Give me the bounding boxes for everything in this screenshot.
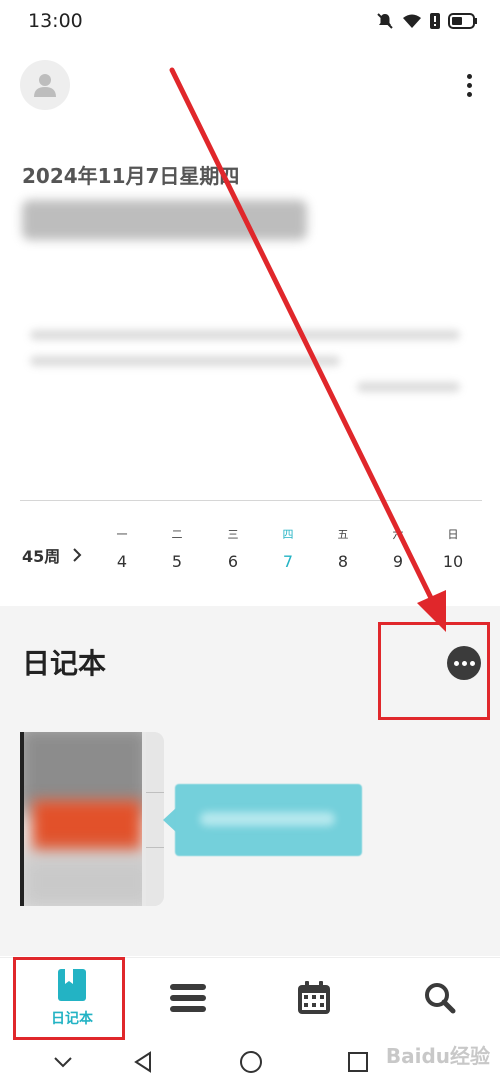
home-icon [240, 1051, 262, 1073]
day-mon[interactable]: 一4 [102, 526, 142, 571]
avatar[interactable] [20, 60, 70, 110]
day-number: 10 [442, 552, 464, 571]
bottom-nav: 日记本 [0, 957, 500, 1038]
more-vert-icon[interactable] [455, 68, 483, 102]
day-number: 4 [116, 552, 128, 571]
watermark: Baidu经验 [385, 1044, 490, 1068]
mute-icon [377, 13, 393, 29]
entry-date-title: 2024年11月7日星期四 [22, 164, 240, 188]
list-icon [170, 984, 206, 1012]
sys-chevron[interactable] [48, 1047, 78, 1077]
day-name: 五 [337, 528, 349, 541]
search-icon [425, 983, 456, 1014]
day-name: 一 [116, 528, 128, 541]
notebook-icon [58, 969, 86, 1001]
nav-notebooks[interactable]: 日记本 [22, 958, 122, 1038]
person-icon [34, 74, 56, 97]
notebook-cover-image [24, 732, 142, 906]
nav-notebooks-label: 日记本 [51, 1011, 93, 1027]
wifi-icon [403, 14, 421, 28]
sys-recents[interactable] [343, 1047, 373, 1077]
sys-back[interactable] [128, 1047, 158, 1077]
notebook-name-label-blurred[interactable] [175, 784, 362, 856]
week-selector[interactable]: 45周 [22, 543, 82, 567]
entry-title-blurred [22, 200, 307, 240]
status-icons [376, 10, 478, 32]
entry-body-blurred [30, 330, 460, 400]
notebook-page-edge [146, 732, 164, 906]
day-number: 9 [392, 552, 404, 571]
day-number: 6 [227, 552, 239, 571]
day-name: 四 [282, 528, 294, 541]
notebook-section-title: 日记本 [22, 647, 107, 680]
day-sat[interactable]: 六9 [378, 526, 418, 571]
day-fri[interactable]: 五8 [323, 526, 363, 571]
sys-home[interactable] [236, 1047, 266, 1077]
status-time: 13:00 [28, 10, 83, 32]
day-number: 7 [282, 552, 294, 571]
back-icon [134, 1051, 151, 1073]
divider [20, 500, 482, 501]
calendar-icon [298, 981, 330, 1014]
recents-icon [348, 1052, 368, 1072]
day-sun[interactable]: 日 10 [433, 526, 473, 571]
nav-calendar[interactable] [289, 958, 339, 1038]
day-name: 日 [447, 528, 459, 541]
chevron-down-icon [54, 1057, 72, 1068]
day-name: 二 [171, 528, 183, 541]
day-name: 三 [227, 528, 239, 541]
day-name: 六 [392, 528, 404, 541]
week-number: 45周 [22, 547, 61, 566]
battery-icon [448, 13, 477, 29]
alert-icon [430, 13, 440, 29]
day-number: 8 [337, 552, 349, 571]
nav-list[interactable] [163, 958, 213, 1038]
day-wed[interactable]: 三6 [213, 526, 253, 571]
notebook-cover[interactable] [20, 732, 164, 906]
more-horiz-icon[interactable] [447, 646, 481, 680]
chevron-right-icon [73, 548, 82, 562]
day-number: 5 [171, 552, 183, 571]
nav-search[interactable] [415, 958, 465, 1038]
day-thu-selected[interactable]: 四7 [268, 526, 308, 571]
day-tue[interactable]: 二5 [157, 526, 197, 571]
